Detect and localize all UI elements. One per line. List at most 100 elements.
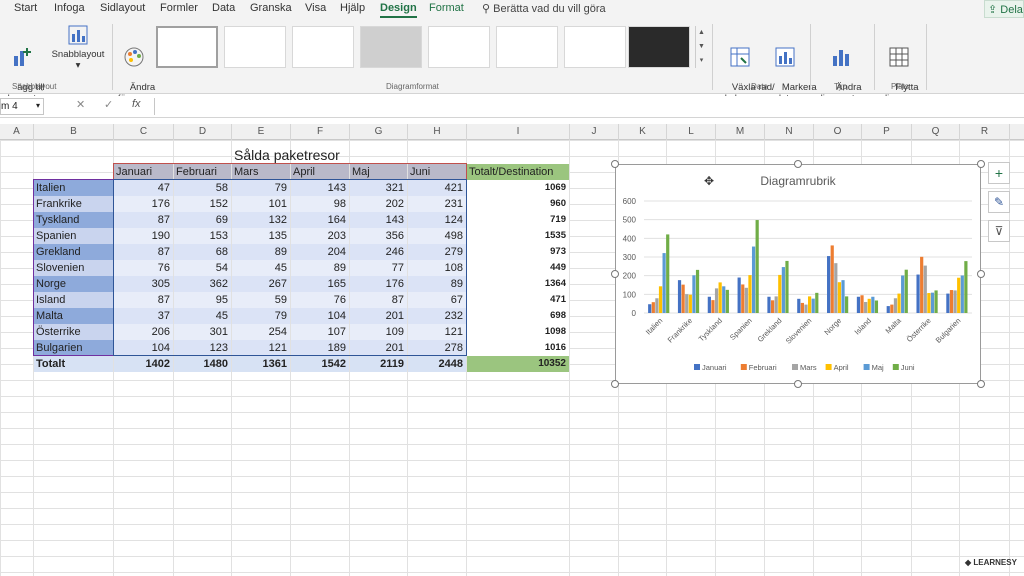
value-cell[interactable]: 201 (350, 340, 407, 356)
chart-style-2[interactable] (224, 26, 286, 68)
value-cell[interactable]: 132 (232, 212, 290, 228)
value-cell[interactable]: 356 (350, 228, 407, 244)
month-total-cell[interactable]: 2119 (350, 356, 407, 372)
row-total-cell[interactable]: 1535 (467, 228, 569, 244)
value-cell[interactable]: 108 (408, 260, 466, 276)
chart-style-6[interactable] (496, 26, 558, 68)
value-cell[interactable]: 109 (350, 324, 407, 340)
value-cell[interactable]: 87 (114, 244, 173, 260)
value-cell[interactable]: 68 (174, 244, 231, 260)
column-header-r[interactable]: R (960, 124, 1010, 140)
value-cell[interactable]: 165 (291, 276, 349, 292)
value-cell[interactable]: 206 (114, 324, 173, 340)
chart-style-7[interactable] (564, 26, 626, 68)
value-cell[interactable]: 321 (350, 180, 407, 196)
tab-help[interactable]: Hjälp (340, 2, 365, 14)
tab-design[interactable]: Design (380, 2, 417, 18)
value-cell[interactable]: 143 (350, 212, 407, 228)
cancel-icon[interactable]: ✕ (76, 98, 85, 111)
value-cell[interactable]: 98 (291, 196, 349, 212)
name-box-dropdown-icon[interactable]: ▾ (36, 101, 40, 110)
tab-start[interactable]: Start (14, 2, 37, 14)
value-cell[interactable]: 498 (408, 228, 466, 244)
column-header-b[interactable]: B (34, 124, 114, 140)
value-cell[interactable]: 204 (291, 244, 349, 260)
column-header-l[interactable]: L (667, 124, 716, 140)
row-total-cell[interactable]: 719 (467, 212, 569, 228)
row-total-cell[interactable]: 960 (467, 196, 569, 212)
chart-elements-button[interactable]: + (988, 162, 1010, 184)
value-cell[interactable]: 124 (408, 212, 466, 228)
value-cell[interactable]: 176 (350, 276, 407, 292)
column-header-g[interactable]: G (350, 124, 408, 140)
column-header-h[interactable]: H (408, 124, 467, 140)
value-cell[interactable]: 47 (114, 180, 173, 196)
value-cell[interactable]: 69 (174, 212, 231, 228)
value-cell[interactable]: 101 (232, 196, 290, 212)
tab-review[interactable]: Granska (250, 2, 292, 14)
value-cell[interactable]: 305 (114, 276, 173, 292)
grand-total-cell[interactable]: 10352 (467, 356, 569, 372)
value-cell[interactable]: 232 (408, 308, 466, 324)
chart-style-3[interactable] (292, 26, 354, 68)
row-total-cell[interactable]: 1016 (467, 340, 569, 356)
row-total-cell[interactable]: 1098 (467, 324, 569, 340)
column-header-p[interactable]: P (862, 124, 912, 140)
column-header-q[interactable]: Q (912, 124, 960, 140)
row-total-cell[interactable]: 698 (467, 308, 569, 324)
column-header-k[interactable]: K (619, 124, 667, 140)
value-cell[interactable]: 37 (114, 308, 173, 324)
enter-icon[interactable]: ✓ (104, 98, 113, 111)
chevron-up-icon[interactable]: ▲ (696, 26, 707, 40)
value-cell[interactable]: 152 (174, 196, 231, 212)
column-header-a[interactable]: A (0, 124, 34, 140)
country-cell[interactable]: Österrike (34, 324, 113, 340)
country-cell[interactable]: Tyskland (34, 212, 113, 228)
column-header-o[interactable]: O (814, 124, 862, 140)
value-cell[interactable]: 143 (291, 180, 349, 196)
column-header-j[interactable]: J (570, 124, 619, 140)
chart-styles-button[interactable]: ✎ (988, 191, 1010, 213)
country-cell[interactable]: Malta (34, 308, 113, 324)
value-cell[interactable]: 201 (350, 308, 407, 324)
month-total-cell[interactable]: 1402 (114, 356, 173, 372)
chart-style-1[interactable] (156, 26, 218, 68)
value-cell[interactable]: 89 (232, 244, 290, 260)
resize-handle[interactable] (794, 380, 802, 388)
column-header-f[interactable]: F (291, 124, 350, 140)
country-cell[interactable]: Island (34, 292, 113, 308)
value-cell[interactable]: 202 (350, 196, 407, 212)
value-cell[interactable]: 95 (174, 292, 231, 308)
value-cell[interactable]: 189 (291, 340, 349, 356)
month-header-5[interactable]: Juni (408, 164, 466, 180)
value-cell[interactable]: 190 (114, 228, 173, 244)
month-total-cell[interactable]: 2448 (408, 356, 466, 372)
tab-view[interactable]: Visa (305, 2, 326, 14)
country-cell[interactable]: Grekland (34, 244, 113, 260)
resize-handle[interactable] (611, 380, 619, 388)
chart-filters-button[interactable]: ⊽ (988, 220, 1010, 242)
value-cell[interactable]: 79 (232, 308, 290, 324)
total-destination-header[interactable]: Totalt/Destination (467, 164, 569, 180)
tab-formulas[interactable]: Formler (160, 2, 198, 14)
column-header-e[interactable]: E (232, 124, 291, 140)
value-cell[interactable]: 254 (232, 324, 290, 340)
month-header-2[interactable]: Mars (232, 164, 290, 180)
value-cell[interactable]: 246 (350, 244, 407, 260)
month-header-3[interactable]: April (291, 164, 349, 180)
column-header-i[interactable]: I (467, 124, 570, 140)
value-cell[interactable]: 87 (114, 212, 173, 228)
row-total-cell[interactable]: 1069 (467, 180, 569, 196)
value-cell[interactable]: 176 (114, 196, 173, 212)
chart-style-8[interactable] (628, 26, 690, 68)
value-cell[interactable]: 153 (174, 228, 231, 244)
month-header-1[interactable]: Februari (174, 164, 231, 180)
tell-me-search[interactable]: ⚲ Berätta vad du vill göra (482, 2, 606, 15)
value-cell[interactable]: 79 (232, 180, 290, 196)
value-cell[interactable]: 121 (232, 340, 290, 356)
chart-area[interactable]: Diagramrubrik 0 100 200 300 400 500 600 Italien F… (615, 164, 981, 384)
country-cell[interactable]: Slovenien (34, 260, 113, 276)
month-total-cell[interactable]: 1542 (291, 356, 349, 372)
formula-input[interactable] (154, 98, 1024, 115)
value-cell[interactable]: 164 (291, 212, 349, 228)
